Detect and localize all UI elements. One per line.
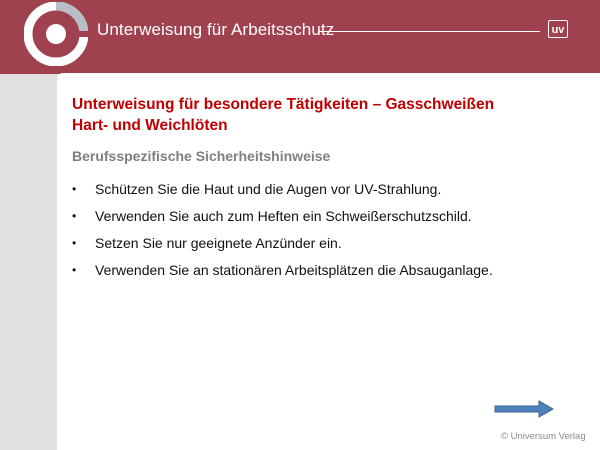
arrow-right-icon[interactable] xyxy=(493,399,555,419)
bullet-marker: • xyxy=(72,209,77,223)
list-item-text: Verwenden Sie auch zum Heften ein Schwei… xyxy=(95,208,472,224)
logo-icon xyxy=(24,2,88,66)
slide-title-line-2: Hart- und Weichlöten xyxy=(72,117,228,134)
list-item-text: Setzen Sie nur geeignete Anzünder ein. xyxy=(95,235,342,251)
bullet-marker: • xyxy=(72,182,77,196)
left-margin xyxy=(0,74,57,450)
copyright-text: © Universum Verlag xyxy=(501,431,586,442)
list-item: • Verwenden Sie an stationären Arbeitspl… xyxy=(72,257,493,284)
list-item-text: Verwenden Sie an stationären Arbeitsplät… xyxy=(95,262,493,278)
list-item: • Setzen Sie nur geeignete Anzünder ein. xyxy=(72,230,493,257)
slide-content: Unterweisung für besondere Tätigkeiten –… xyxy=(57,73,600,450)
bullet-marker: • xyxy=(72,236,77,250)
slide-title-line-1: Unterweisung für besondere Tätigkeiten –… xyxy=(72,96,495,113)
bullet-marker: • xyxy=(72,263,77,277)
list-item-text: Schützen Sie die Haut und die Augen vor … xyxy=(95,181,442,197)
header-bar: Unterweisung für Arbeitsschutz uv xyxy=(0,0,600,74)
list-item: • Verwenden Sie auch zum Heften ein Schw… xyxy=(72,203,493,230)
uv-logo-badge: uv xyxy=(548,20,568,38)
slide-title: Unterweisung für besondere Tätigkeiten –… xyxy=(72,94,582,136)
header-divider xyxy=(318,31,540,32)
list-item: • Schützen Sie die Haut und die Augen vo… xyxy=(72,176,493,203)
bullet-list: • Schützen Sie die Haut und die Augen vo… xyxy=(72,176,493,284)
app-title: Unterweisung für Arbeitsschutz xyxy=(97,20,335,39)
slide-subtitle: Berufsspezifische Sicherheitshinweise xyxy=(72,148,331,164)
